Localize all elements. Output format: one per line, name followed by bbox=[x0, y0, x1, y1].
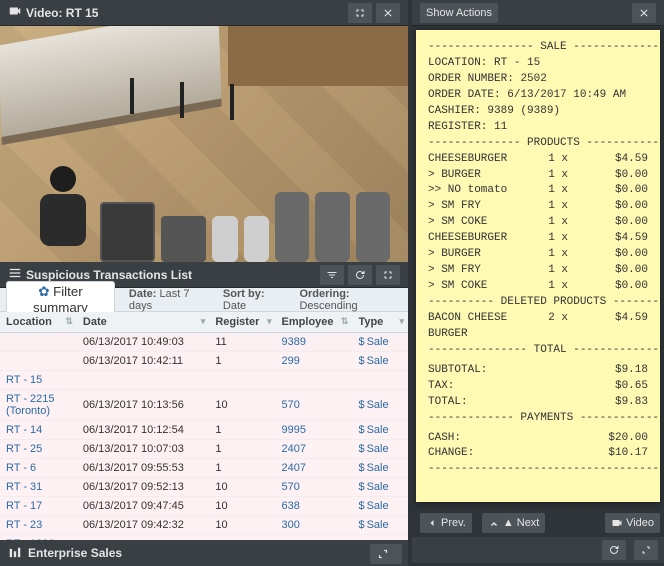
table-row[interactable]: RT - 3106/13/2017 09:52:1310570$Sale bbox=[0, 478, 408, 497]
next-button[interactable]: ▲ Next bbox=[482, 513, 546, 533]
table-row[interactable]: 06/13/2017 10:42:111299$Sale bbox=[0, 352, 408, 371]
receipt: ---------------- SALE ---------------- L… bbox=[416, 30, 660, 502]
video-panel: Video: RT 15 bbox=[0, 0, 408, 262]
enterprise-sales-bar[interactable]: Enterprise Sales bbox=[0, 540, 408, 566]
actions-close-button[interactable] bbox=[632, 3, 656, 23]
actions-header: Show Actions bbox=[412, 0, 664, 26]
table-row[interactable]: RT - 15 bbox=[0, 371, 408, 390]
footer-expand-button[interactable] bbox=[634, 540, 658, 560]
prev-button[interactable]: Prev. bbox=[420, 513, 472, 533]
enterprise-sales-title: Enterprise Sales bbox=[28, 546, 122, 560]
video-header: Video: RT 15 bbox=[0, 0, 408, 26]
table-row[interactable]: RT - 2306/13/2017 09:42:3210300$Sale bbox=[0, 516, 408, 535]
transactions-expand-button[interactable] bbox=[376, 265, 400, 285]
transactions-table: Location⇅ Date▾ Register▾ Employee⇅ Type… bbox=[0, 312, 408, 566]
transactions-refresh-button[interactable] bbox=[348, 265, 372, 285]
col-employee[interactable]: Employee⇅ bbox=[276, 312, 353, 333]
video-jump-button[interactable]: Video bbox=[605, 513, 660, 533]
transactions-title: Suspicious Transactions List bbox=[26, 268, 316, 282]
table-row[interactable]: RT - 1406/13/2017 10:12:5419995$Sale bbox=[0, 421, 408, 440]
filter-row: ✿ Filter summary Date: Last 7 days Sort … bbox=[0, 288, 408, 312]
video-frame[interactable] bbox=[0, 26, 408, 262]
col-date[interactable]: Date▾ bbox=[77, 312, 209, 333]
show-actions-button[interactable]: Show Actions bbox=[420, 3, 498, 23]
col-register[interactable]: Register▾ bbox=[209, 312, 275, 333]
col-type[interactable]: Type▾ bbox=[352, 312, 408, 333]
table-row[interactable]: RT - 606/13/2017 09:55:5312407$Sale bbox=[0, 459, 408, 478]
table-row[interactable]: RT - 2506/13/2017 10:07:0312407$Sale bbox=[0, 440, 408, 459]
video-close-button[interactable] bbox=[376, 3, 400, 23]
table-row[interactable]: RT - 1706/13/2017 09:47:4510638$Sale bbox=[0, 497, 408, 516]
transactions-panel: Suspicious Transactions List ✿ Filter su… bbox=[0, 262, 408, 566]
camera-icon bbox=[8, 4, 22, 21]
col-location[interactable]: Location⇅ bbox=[0, 312, 77, 333]
table-row[interactable]: RT - 2215 (Toronto)06/13/2017 10:13:5610… bbox=[0, 390, 408, 421]
video-title-prefix: Video: bbox=[26, 6, 62, 20]
video-expand-button[interactable] bbox=[348, 3, 372, 23]
transactions-filter-button[interactable] bbox=[320, 265, 344, 285]
footer-refresh-button[interactable] bbox=[602, 540, 626, 560]
enterprise-expand-button[interactable] bbox=[370, 544, 402, 564]
table-row[interactable]: 06/13/2017 10:49:03119389$Sale bbox=[0, 333, 408, 352]
right-footer bbox=[412, 537, 664, 563]
video-title: RT 15 bbox=[66, 6, 99, 20]
